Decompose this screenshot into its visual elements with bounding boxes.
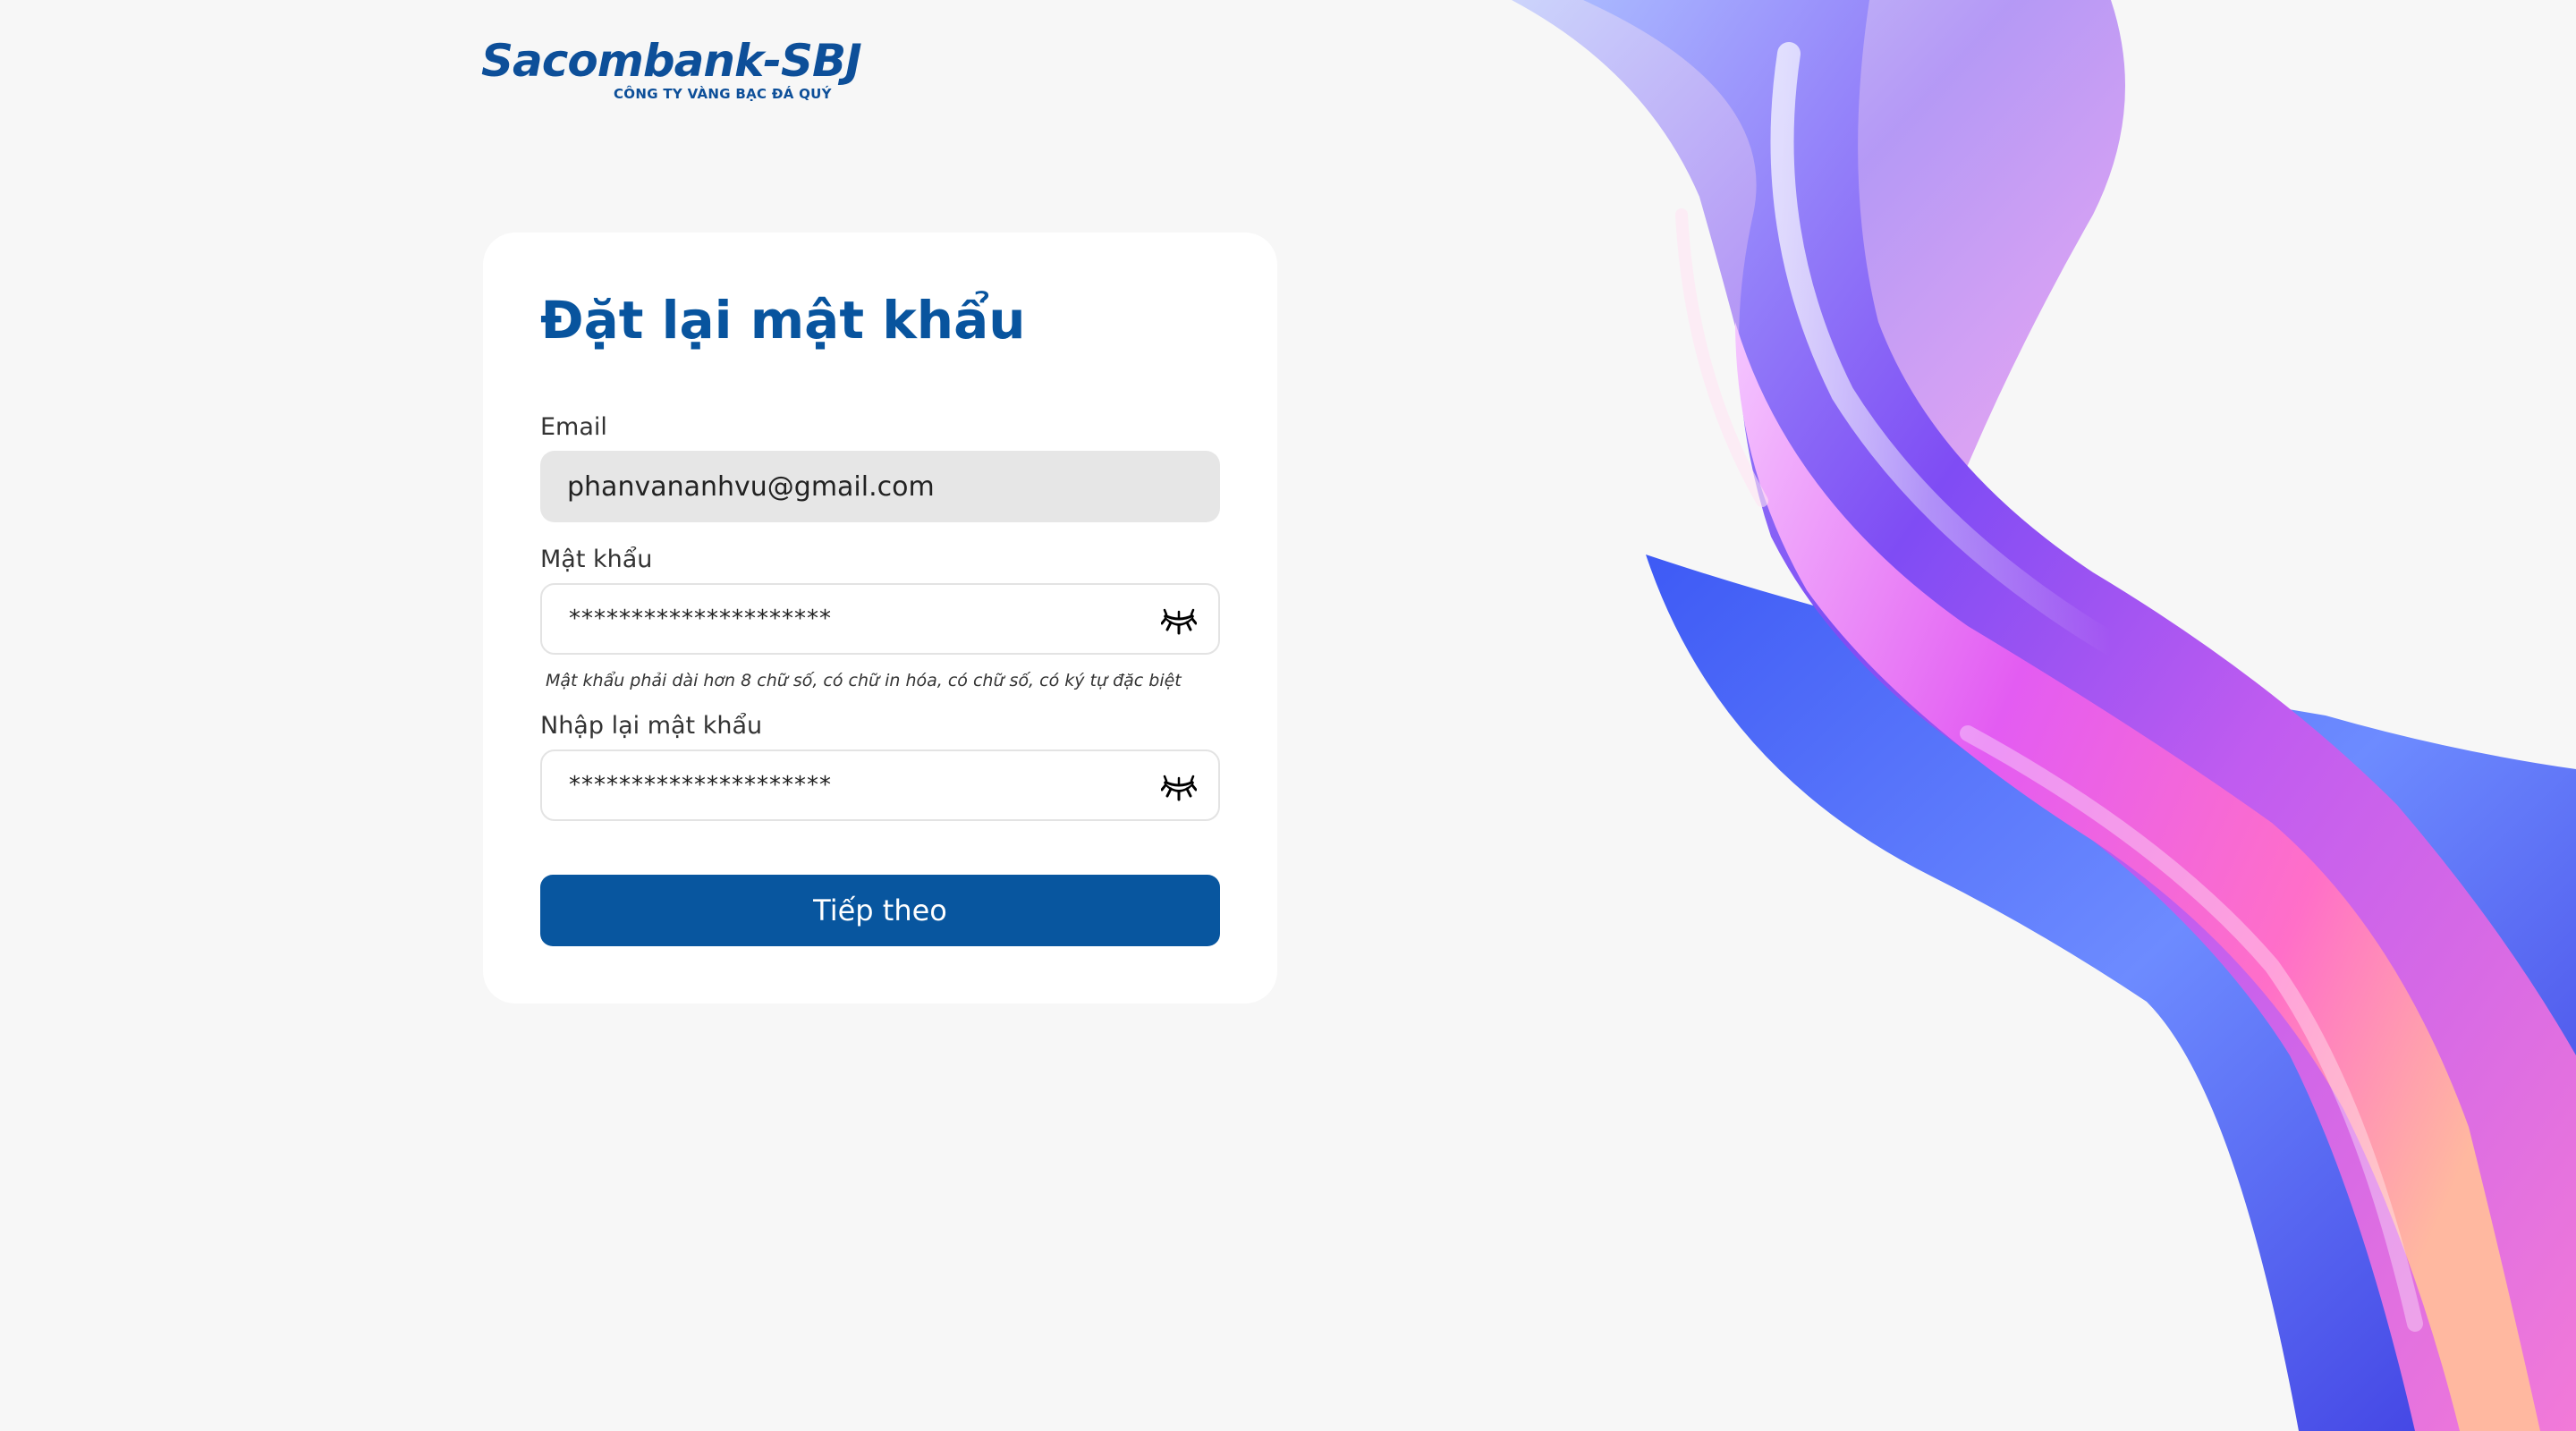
- reset-password-page: Sacombank-SBJ CÔNG TY VÀNG BẠC ĐÁ QUÝ Đặ…: [0, 0, 2576, 1431]
- email-label: Email: [540, 413, 607, 441]
- password-label: Mật khẩu: [540, 546, 653, 573]
- page-title: Đặt lại mật khẩu: [540, 290, 1026, 351]
- decorative-ribbon-image: [1512, 0, 2576, 1431]
- password-hint: Mật khẩu phải dài hơn 8 chữ số, có chữ i…: [546, 671, 1182, 690]
- reset-password-card: Đặt lại mật khẩu Email Mật khẩu Mật khẩu…: [483, 233, 1277, 1003]
- password-field-box: [540, 583, 1220, 655]
- eye-closed-icon[interactable]: [1161, 771, 1197, 803]
- eye-closed-icon[interactable]: [1161, 605, 1197, 637]
- next-button[interactable]: Tiếp theo: [540, 875, 1220, 946]
- password-field[interactable]: [569, 585, 1106, 653]
- logo-tagline: CÔNG TY VÀNG BẠC ĐÁ QUÝ: [614, 86, 832, 102]
- sacombank-sbj-logo: Sacombank-SBJ CÔNG TY VÀNG BẠC ĐÁ QUÝ: [481, 35, 862, 107]
- confirm-password-field[interactable]: [569, 751, 1106, 819]
- confirm-password-label: Nhập lại mật khẩu: [540, 712, 763, 740]
- confirm-password-field-box: [540, 749, 1220, 821]
- email-field[interactable]: [567, 451, 1104, 522]
- logo-brand-text: Sacombank-SBJ: [481, 35, 862, 87]
- email-field-box: [540, 451, 1220, 522]
